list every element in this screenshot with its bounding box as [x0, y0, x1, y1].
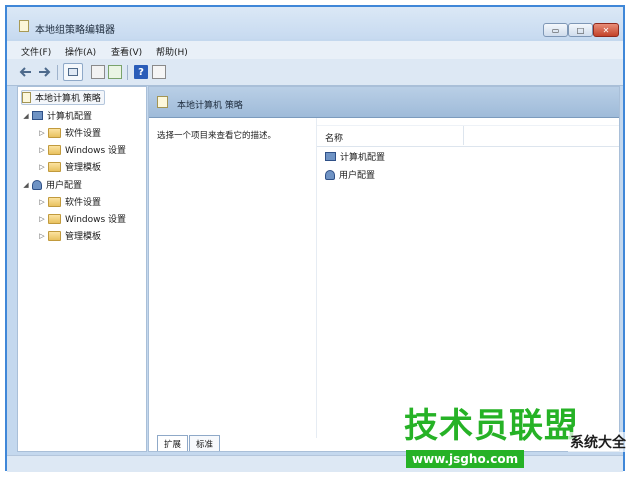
- description-text: 选择一个项目来查看它的描述。: [157, 131, 277, 141]
- policy-icon: [157, 96, 168, 108]
- tree-item-admin-templates[interactable]: ▷ 管理模板: [38, 159, 101, 174]
- expand-arrow-icon[interactable]: ▷: [38, 215, 46, 223]
- tab-standard[interactable]: 标准: [189, 435, 221, 451]
- folder-icon: [48, 144, 61, 155]
- watermark-subtitle: 系统大全: [568, 432, 628, 452]
- export-list-button[interactable]: [91, 65, 105, 79]
- tree-item-user-config[interactable]: ◢ 用户配置: [22, 177, 82, 192]
- list-item-label: 用户配置: [339, 171, 376, 181]
- column-name-label[interactable]: 名称: [325, 131, 343, 144]
- details-title: 本地计算机 策略: [177, 101, 243, 111]
- watermark-url: www.jsgho.com: [406, 450, 525, 468]
- tab-extended[interactable]: 扩展: [157, 435, 189, 451]
- toolbar: ?: [7, 59, 623, 86]
- help-button[interactable]: ?: [134, 65, 148, 79]
- watermark-title: 技术员联盟: [404, 406, 579, 446]
- pane-divider: [316, 118, 317, 438]
- toolbar-separator: [127, 65, 128, 80]
- details-header: 本地计算机 策略: [149, 87, 619, 118]
- show-hide-tree-button[interactable]: [63, 63, 83, 81]
- list-item-label: 计算机配置: [340, 153, 386, 163]
- policy-app-icon: [19, 20, 29, 32]
- close-button[interactable]: ✕: [593, 23, 619, 37]
- show-action-pane-button[interactable]: [152, 65, 166, 79]
- user-icon: [325, 169, 335, 180]
- forward-button[interactable]: [37, 65, 51, 79]
- folder-icon: [48, 161, 61, 172]
- expand-arrow-icon[interactable]: ▷: [38, 198, 46, 206]
- details-pane: 本地计算机 策略 选择一个项目来查看它的描述。 名称 计算机配置 用户配置 扩展…: [148, 86, 620, 452]
- folder-icon: [48, 196, 61, 207]
- title-bar[interactable]: 本地组策略编辑器 ▭ □ ✕: [7, 7, 623, 39]
- list-item-user-config[interactable]: 用户配置: [325, 167, 375, 182]
- back-arrow-icon: [19, 67, 31, 77]
- tree-item-root[interactable]: 本地计算机 策略: [21, 90, 105, 105]
- menu-action[interactable]: 操作(A): [65, 45, 96, 58]
- tree-item-label: 用户配置: [46, 181, 83, 191]
- console-tree: 本地计算机 策略 ◢ 计算机配置 ▷ 软件设置 ▷ Windows 设置 ▷ 管…: [17, 86, 147, 452]
- user-icon: [32, 179, 42, 190]
- tree-item-label: 软件设置: [65, 129, 102, 139]
- menu-file[interactable]: 文件(F): [21, 45, 51, 58]
- view-tabs: 扩展 标准: [157, 435, 221, 451]
- folder-icon: [48, 213, 61, 224]
- tree-item-label: 管理模板: [65, 163, 102, 173]
- tree-item-label: 管理模板: [65, 232, 102, 242]
- help-icon: ?: [138, 66, 144, 78]
- menu-bar: 文件(F) 操作(A) 查看(V) 帮助(H): [7, 41, 623, 59]
- toolbar-separator: [57, 65, 58, 80]
- main-window: 本地组策略编辑器 ▭ □ ✕ 文件(F) 操作(A) 查看(V) 帮助(H) ?…: [5, 5, 625, 472]
- window-title: 本地组策略编辑器: [35, 25, 115, 36]
- expand-arrow-icon[interactable]: ▷: [38, 129, 46, 137]
- column-header[interactable]: 名称: [317, 125, 619, 147]
- column-separator[interactable]: [463, 126, 464, 145]
- list-item-computer-config[interactable]: 计算机配置: [325, 149, 385, 164]
- collapse-arrow-icon[interactable]: ◢: [22, 181, 30, 189]
- expand-arrow-icon[interactable]: ▷: [38, 232, 46, 240]
- minimize-icon: ▭: [551, 25, 560, 35]
- expand-arrow-icon[interactable]: ▷: [38, 146, 46, 154]
- console-tree-icon: [68, 68, 78, 76]
- tree-item-label: 计算机配置: [47, 112, 93, 122]
- forward-arrow-icon: [39, 67, 51, 77]
- tree-item-software-settings[interactable]: ▷ 软件设置: [38, 125, 101, 140]
- tree-item-label: 软件设置: [65, 198, 102, 208]
- close-icon: ✕: [602, 25, 610, 35]
- computer-icon: [32, 111, 43, 120]
- tree-item-software-settings[interactable]: ▷ 软件设置: [38, 194, 101, 209]
- maximize-button[interactable]: □: [568, 23, 593, 37]
- tree-item-windows-settings[interactable]: ▷ Windows 设置: [38, 211, 126, 226]
- policy-icon: [22, 92, 31, 103]
- watermark: 技术员联盟 www.jsgho.com 系统大全: [398, 406, 630, 476]
- tree-item-label: 本地计算机 策略: [35, 94, 101, 104]
- back-button[interactable]: [19, 65, 33, 79]
- menu-view[interactable]: 查看(V): [111, 45, 142, 58]
- menu-help[interactable]: 帮助(H): [156, 45, 188, 58]
- folder-icon: [48, 230, 61, 241]
- minimize-button[interactable]: ▭: [543, 23, 568, 37]
- refresh-button[interactable]: [108, 65, 122, 79]
- expand-arrow-icon[interactable]: ▷: [38, 163, 46, 171]
- computer-icon: [325, 152, 336, 161]
- tree-item-computer-config[interactable]: ◢ 计算机配置: [22, 108, 92, 123]
- maximize-icon: □: [576, 25, 585, 35]
- tree-item-label: Windows 设置: [65, 215, 127, 225]
- collapse-arrow-icon[interactable]: ◢: [22, 112, 30, 120]
- folder-icon: [48, 127, 61, 138]
- tree-item-windows-settings[interactable]: ▷ Windows 设置: [38, 142, 126, 157]
- tree-item-admin-templates[interactable]: ▷ 管理模板: [38, 228, 101, 243]
- tree-item-label: Windows 设置: [65, 146, 127, 156]
